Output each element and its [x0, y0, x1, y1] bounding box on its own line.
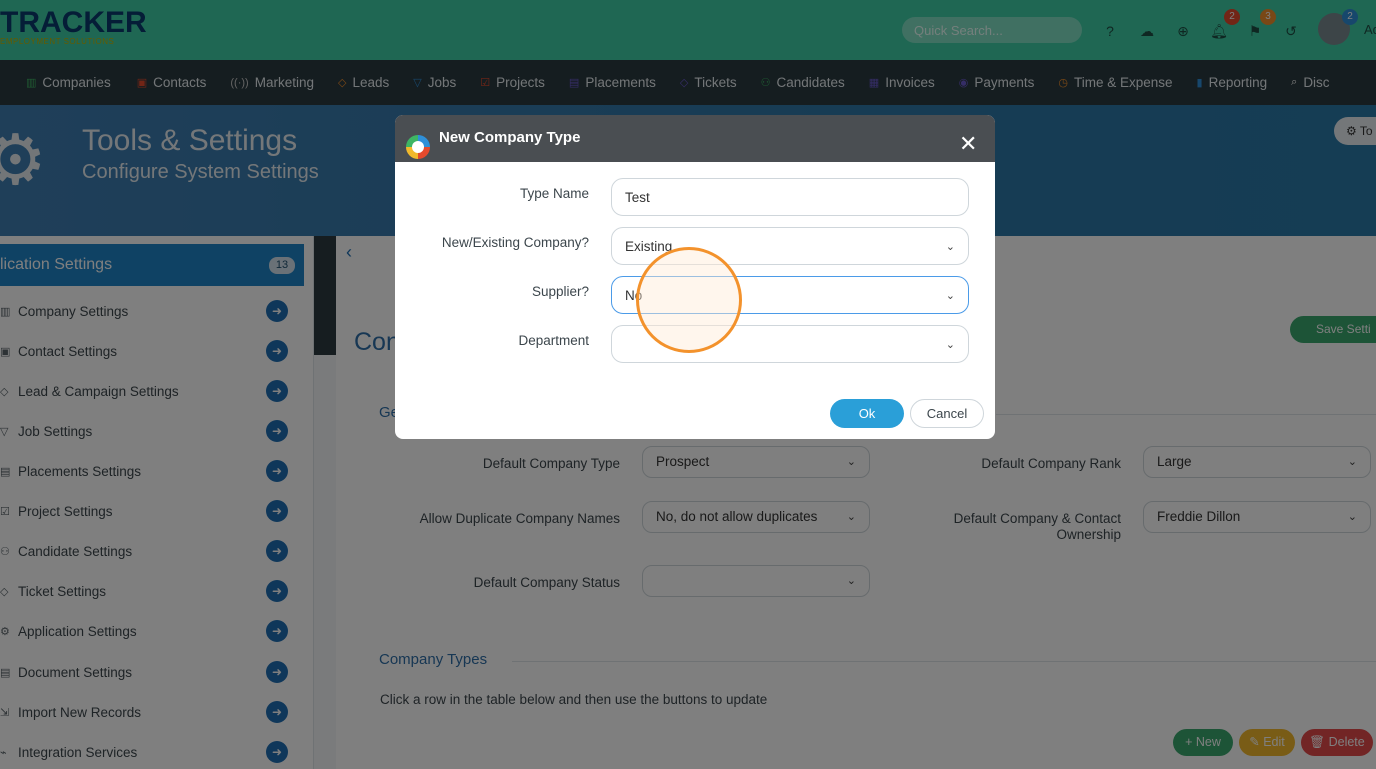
- new-existing-label: New/Existing Company?: [441, 235, 589, 250]
- app-logo-icon-center: [412, 141, 424, 153]
- supplier-label: Supplier?: [531, 284, 589, 299]
- close-icon[interactable]: ✕: [959, 133, 977, 155]
- ok-button[interactable]: Ok: [830, 399, 904, 428]
- type-name-value: Test: [625, 189, 650, 205]
- app-logo-icon: [406, 135, 430, 159]
- click-indicator: [636, 247, 742, 353]
- type-name-input[interactable]: Test: [611, 178, 969, 216]
- dialog-header: New Company Type ✕: [395, 115, 995, 162]
- chevron-down-icon: ⌄: [945, 289, 955, 302]
- chevron-down-icon: ⌄: [945, 240, 955, 253]
- department-label: Department: [518, 333, 589, 348]
- dialog-title: New Company Type: [439, 129, 581, 146]
- chevron-down-icon: ⌄: [945, 338, 955, 351]
- cancel-button[interactable]: Cancel: [910, 399, 984, 428]
- type-name-label: Type Name: [519, 186, 589, 201]
